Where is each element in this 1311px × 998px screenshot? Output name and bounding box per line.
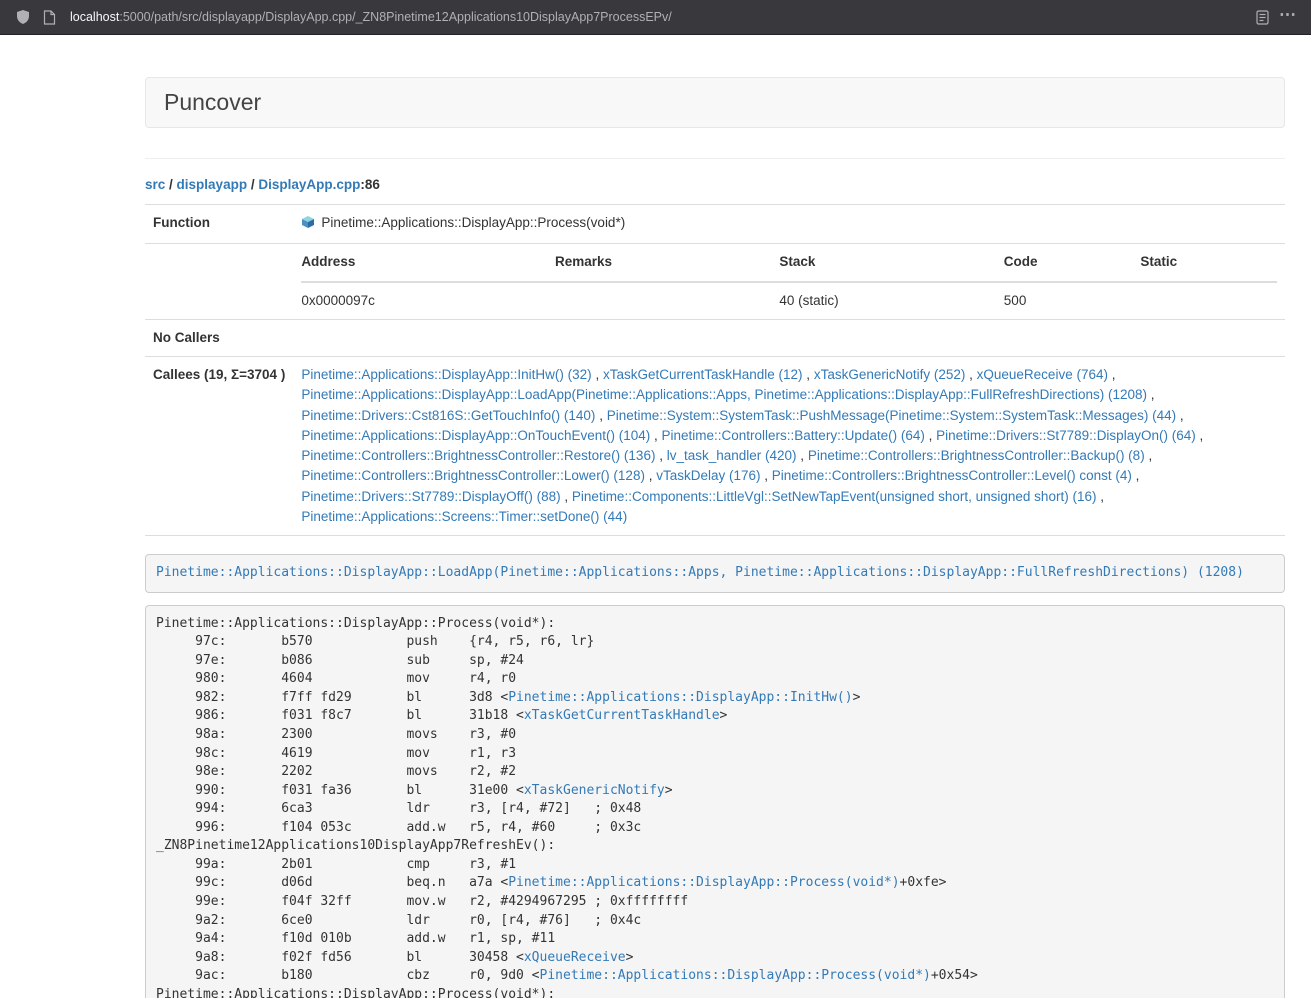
selected-symbol-pre: Pinetime::Applications::DisplayApp::Load… <box>145 554 1285 593</box>
no-callers-cell <box>293 319 1285 356</box>
callee-link[interactable]: Pinetime::Applications::DisplayApp::OnTo… <box>301 428 650 443</box>
callee-link[interactable]: Pinetime::Applications::DisplayApp::Load… <box>301 387 1147 402</box>
reader-view-button[interactable] <box>1249 4 1275 30</box>
content-container: Puncover src / displayapp / DisplayApp.c… <box>145 77 1285 998</box>
callee-link[interactable]: Pinetime::Applications::DisplayApp::Init… <box>301 367 591 382</box>
callee-link[interactable]: Pinetime::Controllers::BrightnessControl… <box>301 448 655 463</box>
callee-link[interactable]: Pinetime::Controllers::BrightnessControl… <box>301 468 645 483</box>
callee-link[interactable]: Pinetime::Drivers::St7789::DisplayOn() (… <box>936 428 1196 443</box>
callee-link[interactable]: Pinetime::System::SystemTask::PushMessag… <box>607 408 1176 423</box>
breadcrumb-link-file[interactable]: DisplayApp.cpp <box>258 177 360 192</box>
site-identity-button[interactable] <box>36 4 62 30</box>
column-header-static: Static <box>1140 252 1277 281</box>
breadcrumb-separator: / <box>247 177 258 192</box>
stats-values-row: 0x0000097c 40 (static) 500 <box>301 282 1277 311</box>
tracking-protection-button[interactable] <box>10 4 36 30</box>
divider <box>145 158 1285 159</box>
reader-view-icon <box>1255 10 1270 25</box>
puncover-page: Puncover src / displayapp / DisplayApp.c… <box>0 77 1311 998</box>
stats-header-row: Address Remarks Stack Code Static <box>301 252 1277 281</box>
no-callers-label: No Callers <box>145 319 293 356</box>
function-row: Function Pinetime::Ap <box>145 205 1285 244</box>
callees-label: Callees (19, Σ=3704 ) <box>145 357 293 536</box>
symbol-link[interactable]: Pinetime::Applications::DisplayApp::Proc… <box>540 968 931 983</box>
url-host: localhost <box>70 10 119 24</box>
stats-row: Address Remarks Stack Code Static <box>145 244 1285 320</box>
no-callers-row: No Callers <box>145 319 1285 356</box>
symbol-link[interactable]: Pinetime::Applications::DisplayApp::Init… <box>508 690 852 705</box>
selected-symbol-link[interactable]: Pinetime::Applications::DisplayApp::Load… <box>156 565 1244 580</box>
breadcrumb-link-src[interactable]: src <box>145 177 165 192</box>
browser-window: localhost:5000/path/src/displayapp/Displ… <box>0 0 1311 998</box>
callee-link[interactable]: Pinetime::Controllers::BrightnessControl… <box>772 468 1132 483</box>
breadcrumb-separator: / <box>165 177 176 192</box>
url-bar[interactable]: localhost:5000/path/src/displayapp/Displ… <box>70 10 1249 24</box>
stat-code: 500 <box>1004 282 1141 311</box>
callee-link[interactable]: lv_task_handler (420) <box>667 448 797 463</box>
disassembly-pre: Pinetime::Applications::DisplayApp::Proc… <box>145 605 1285 998</box>
symbol-link[interactable]: xTaskGenericNotify <box>524 783 665 798</box>
browser-toolbar: localhost:5000/path/src/displayapp/Displ… <box>0 0 1311 35</box>
shield-icon <box>15 9 31 25</box>
function-name: Pinetime::Applications::DisplayApp::Proc… <box>321 213 625 233</box>
function-label: Function <box>145 205 293 244</box>
callee-link[interactable]: xQueueReceive (764) <box>977 367 1108 382</box>
stat-remarks <box>555 282 779 311</box>
callee-link[interactable]: Pinetime::Controllers::BrightnessControl… <box>808 448 1145 463</box>
line-number: :86 <box>360 177 380 192</box>
function-table: Function Pinetime::Ap <box>145 204 1285 536</box>
column-header-stack: Stack <box>779 252 1003 281</box>
callee-link[interactable]: xTaskGetCurrentTaskHandle (12) <box>603 367 803 382</box>
column-header-address: Address <box>301 252 555 281</box>
callee-link[interactable]: Pinetime::Drivers::Cst816S::GetTouchInfo… <box>301 408 595 423</box>
function-icon <box>301 215 315 235</box>
navbar: Puncover <box>145 77 1285 128</box>
callees-list: Pinetime::Applications::DisplayApp::Init… <box>293 357 1285 536</box>
brand-link[interactable]: Puncover <box>164 89 261 115</box>
stats-cell: Address Remarks Stack Code Static <box>293 244 1285 320</box>
empty-label <box>145 244 293 320</box>
column-header-remarks: Remarks <box>555 252 779 281</box>
callee-link[interactable]: vTaskDelay (176) <box>656 468 760 483</box>
callee-link[interactable]: Pinetime::Controllers::Battery::Update()… <box>662 428 925 443</box>
meatball-menu-icon: ⋯ <box>1279 5 1297 25</box>
breadcrumb-link-displayapp[interactable]: displayapp <box>177 177 248 192</box>
callees-row: Callees (19, Σ=3704 ) Pinetime::Applicat… <box>145 357 1285 536</box>
stats-table: Address Remarks Stack Code Static <box>301 252 1277 311</box>
column-header-code: Code <box>1004 252 1141 281</box>
callee-link[interactable]: Pinetime::Drivers::St7789::DisplayOff() … <box>301 489 560 504</box>
menu-button[interactable]: ⋯ <box>1275 4 1301 30</box>
symbol-link[interactable]: xTaskGetCurrentTaskHandle <box>524 708 720 723</box>
function-cell: Pinetime::Applications::DisplayApp::Proc… <box>293 205 1285 244</box>
page-icon <box>43 10 56 25</box>
stat-static <box>1140 282 1277 311</box>
stat-address: 0x0000097c <box>301 282 555 311</box>
breadcrumb: src / displayapp / DisplayApp.cpp:86 <box>145 177 1285 192</box>
url-path: :5000/path/src/displayapp/DisplayApp.cpp… <box>119 10 671 24</box>
symbol-link[interactable]: Pinetime::Applications::DisplayApp::Proc… <box>508 875 899 890</box>
callee-link[interactable]: Pinetime::Applications::Screens::Timer::… <box>301 509 627 524</box>
stat-stack: 40 (static) <box>779 282 1003 311</box>
callee-link[interactable]: xTaskGenericNotify (252) <box>814 367 966 382</box>
symbol-link[interactable]: xQueueReceive <box>524 950 626 965</box>
callee-link[interactable]: Pinetime::Components::LittleVgl::SetNewT… <box>572 489 1097 504</box>
